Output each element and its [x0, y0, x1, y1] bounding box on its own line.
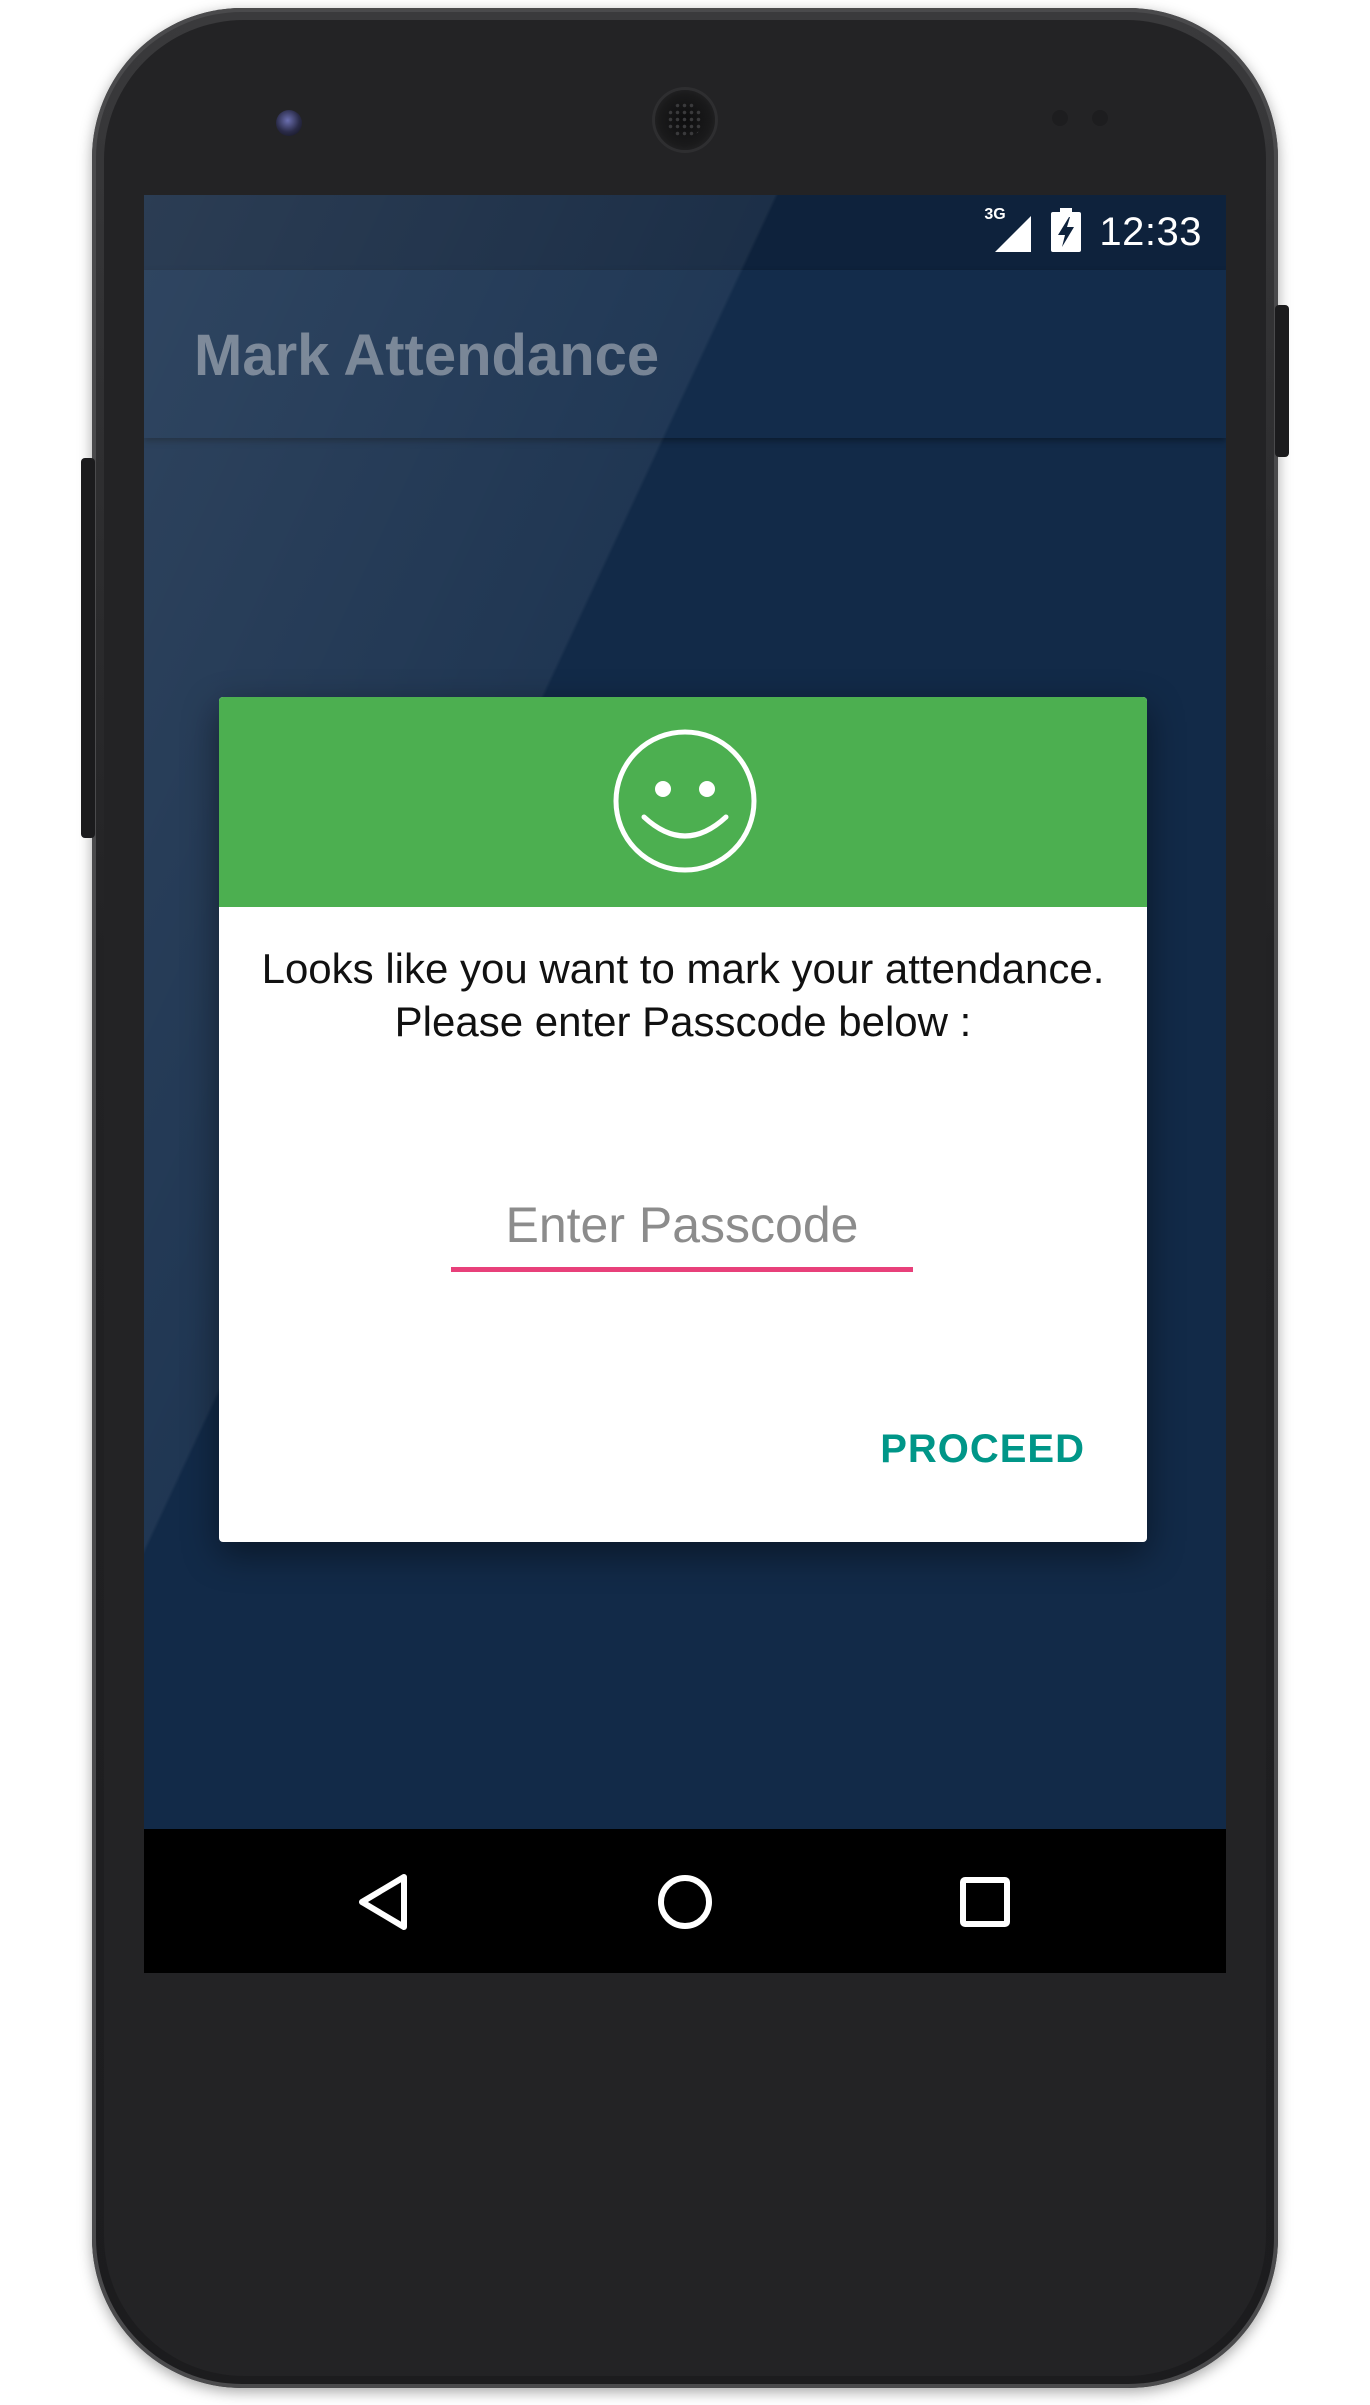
proximity-sensor — [1052, 110, 1068, 126]
app-bar: Mark Attendance — [144, 270, 1226, 438]
proceed-button[interactable]: PROCEED — [880, 1427, 1085, 1472]
dialog-header — [219, 697, 1147, 907]
home-circle-icon[interactable] — [654, 1871, 716, 1933]
navigation-bar — [144, 1829, 1226, 1973]
passcode-dialog: Looks like you want to mark your attenda… — [219, 697, 1147, 1542]
app-title: Mark Attendance — [194, 323, 660, 388]
front-camera — [276, 110, 302, 136]
battery-charging-icon — [1051, 208, 1082, 257]
light-sensor — [1092, 110, 1108, 126]
status-time: 12:33 — [1099, 210, 1202, 254]
smiley-icon — [613, 729, 757, 873]
status-bar: 3G 12:33 — [144, 195, 1226, 270]
message-line-2: Please enter Passcode below : — [394, 998, 972, 1045]
volume-button — [81, 458, 95, 838]
message-line-1: Looks like you want to mark your attenda… — [261, 945, 1105, 992]
passcode-input[interactable] — [451, 1187, 913, 1263]
dialog-message: Looks like you want to mark your attenda… — [259, 942, 1107, 1048]
network-type: 3G — [984, 205, 1006, 223]
passcode-field — [451, 1187, 913, 1272]
signal-icon: 3G — [984, 206, 1033, 254]
status-icons: 3G 12:33 — [984, 195, 1202, 270]
earpiece-speaker — [655, 90, 715, 150]
back-triangle-icon[interactable] — [354, 1871, 416, 1933]
recents-square-icon[interactable] — [954, 1871, 1016, 1933]
device-screen: 3G 12:33 Mark Attendance Looks like you … — [144, 195, 1226, 1973]
power-button — [1275, 305, 1289, 457]
